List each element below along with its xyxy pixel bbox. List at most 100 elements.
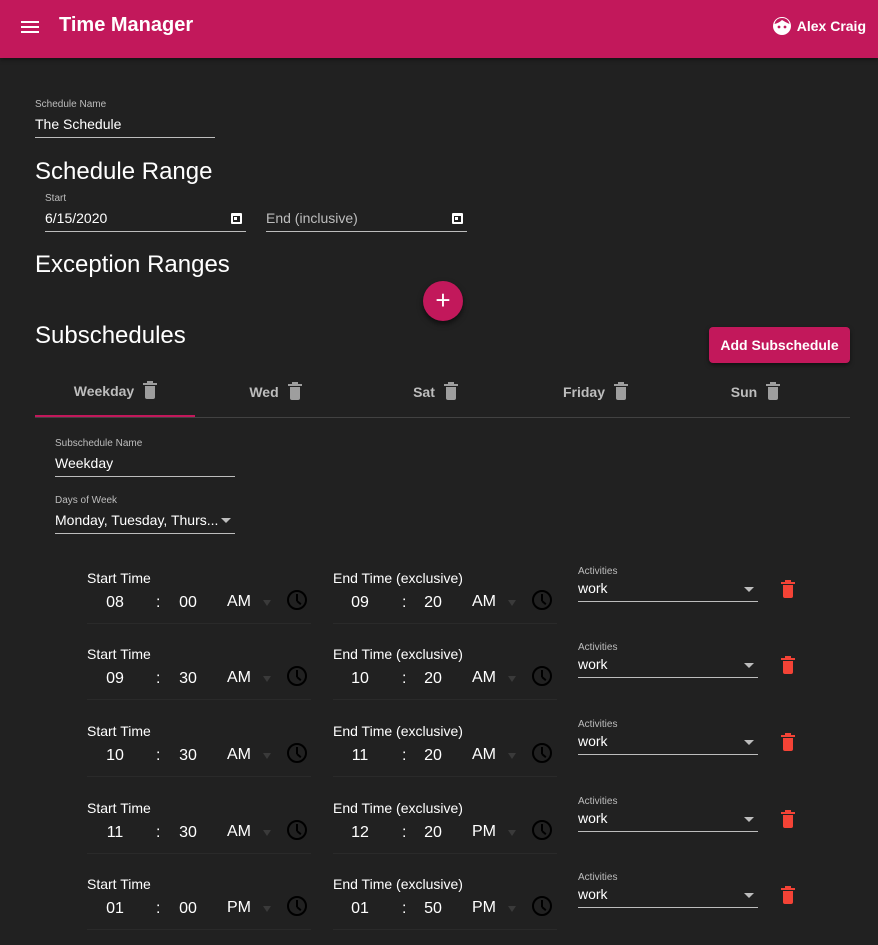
start-ampm-select[interactable]: AM	[227, 669, 251, 687]
start-hour-input[interactable]: 08	[100, 594, 130, 612]
start-hour-input[interactable]: 10	[100, 747, 130, 765]
start-date-input[interactable]: 6/15/2020	[45, 210, 107, 226]
clock-icon[interactable]	[532, 896, 552, 916]
start-ampm-select[interactable]: AM	[227, 823, 251, 841]
start-minute-input[interactable]: 30	[173, 747, 203, 765]
tab-friday[interactable]: Friday	[515, 367, 675, 417]
trash-icon[interactable]	[287, 382, 302, 400]
end-ampm-select[interactable]: PM	[472, 823, 496, 841]
add-exception-button[interactable]: +	[423, 281, 463, 321]
activities-select[interactable]: work	[578, 886, 608, 902]
delete-entry-trash-icon[interactable]	[781, 580, 795, 598]
delete-entry-trash-icon[interactable]	[781, 810, 795, 828]
tab-weekday[interactable]: Weekday	[35, 367, 195, 417]
delete-entry-trash-icon[interactable]	[781, 656, 795, 674]
start-hour-input[interactable]: 01	[100, 900, 130, 918]
start-minute-input[interactable]: 00	[173, 900, 203, 918]
trash-icon[interactable]	[143, 381, 158, 399]
trash-icon[interactable]	[766, 382, 781, 400]
delete-entry-trash-icon[interactable]	[781, 886, 795, 904]
end-minute-input[interactable]: 20	[418, 594, 448, 612]
ampm-arrow-icon[interactable]	[263, 906, 271, 912]
end-time-label: End Time (exclusive)	[333, 876, 463, 892]
end-minute-input[interactable]: 20	[418, 747, 448, 765]
activities-select[interactable]: work	[578, 810, 608, 826]
dropdown-arrow-icon[interactable]	[221, 518, 231, 523]
trash-icon[interactable]	[614, 382, 628, 400]
end-hour-input[interactable]: 10	[345, 670, 375, 688]
subschedule-name-input[interactable]: Weekday	[55, 455, 113, 471]
ampm-arrow-icon[interactable]	[508, 753, 516, 759]
start-hour-input[interactable]: 11	[100, 824, 130, 842]
start-minute-input[interactable]: 00	[173, 594, 203, 612]
start-hour-input[interactable]: 09	[100, 670, 130, 688]
end-date-input[interactable]: End (inclusive)	[266, 210, 358, 226]
dropdown-arrow-icon[interactable]	[744, 893, 754, 898]
end-ampm-select[interactable]: AM	[472, 669, 496, 687]
start-ampm-select[interactable]: PM	[227, 899, 251, 917]
end-ampm-select[interactable]: AM	[472, 746, 496, 764]
dropdown-arrow-icon[interactable]	[744, 817, 754, 822]
calendar-icon[interactable]	[452, 213, 463, 224]
end-time-label: End Time (exclusive)	[333, 570, 463, 586]
end-time-label: End Time (exclusive)	[333, 800, 463, 816]
add-subschedule-button[interactable]: Add Subschedule	[709, 327, 850, 363]
ampm-arrow-icon[interactable]	[263, 600, 271, 606]
time-separator: :	[156, 670, 161, 687]
end-hour-input[interactable]: 12	[345, 824, 375, 842]
clock-icon[interactable]	[532, 743, 552, 763]
tab-sun[interactable]: Sun	[675, 367, 835, 417]
tab-sat[interactable]: Sat	[355, 367, 515, 417]
dropdown-arrow-icon[interactable]	[744, 740, 754, 745]
clock-icon[interactable]	[532, 590, 552, 610]
delete-entry-trash-icon[interactable]	[781, 733, 795, 751]
ampm-arrow-icon[interactable]	[508, 830, 516, 836]
start-ampm-select[interactable]: AM	[227, 593, 251, 611]
ampm-arrow-icon[interactable]	[263, 676, 271, 682]
activities-underline	[578, 601, 758, 602]
calendar-icon[interactable]	[231, 213, 242, 224]
ampm-arrow-icon[interactable]	[508, 600, 516, 606]
time-separator: :	[156, 900, 161, 917]
clock-icon[interactable]	[532, 820, 552, 840]
clock-icon[interactable]	[287, 590, 307, 610]
end-minute-input[interactable]: 20	[418, 670, 448, 688]
dropdown-arrow-icon[interactable]	[744, 663, 754, 668]
activities-select[interactable]: work	[578, 656, 608, 672]
tab-wed[interactable]: Wed	[195, 367, 355, 417]
activities-select[interactable]: work	[578, 580, 608, 596]
start-minute-input[interactable]: 30	[173, 824, 203, 842]
ampm-arrow-icon[interactable]	[508, 676, 516, 682]
clock-icon[interactable]	[287, 820, 307, 840]
end-minute-input[interactable]: 50	[418, 900, 448, 918]
activities-select[interactable]: work	[578, 733, 608, 749]
start-time-label: Start Time	[87, 876, 151, 892]
end-ampm-select[interactable]: AM	[472, 593, 496, 611]
ampm-arrow-icon[interactable]	[263, 753, 271, 759]
clock-icon[interactable]	[287, 896, 307, 916]
schedule-name-input[interactable]: The Schedule	[35, 116, 121, 132]
start-ampm-select[interactable]: AM	[227, 746, 251, 764]
ampm-arrow-icon[interactable]	[263, 830, 271, 836]
start-minute-input[interactable]: 30	[173, 670, 203, 688]
activities-underline	[578, 754, 758, 755]
end-hour-input[interactable]: 01	[345, 900, 375, 918]
trash-icon[interactable]	[443, 382, 458, 400]
end-hour-input[interactable]: 09	[345, 594, 375, 612]
end-ampm-select[interactable]: PM	[472, 899, 496, 917]
days-of-week-underline	[55, 533, 235, 534]
ampm-arrow-icon[interactable]	[508, 906, 516, 912]
days-of-week-label: Days of Week	[55, 495, 118, 506]
clock-icon[interactable]	[532, 666, 552, 686]
clock-icon[interactable]	[287, 743, 307, 763]
user-menu[interactable]: Alex Craig	[772, 16, 866, 36]
end-time-underline	[333, 929, 557, 930]
dropdown-arrow-icon[interactable]	[744, 587, 754, 592]
clock-icon[interactable]	[287, 666, 307, 686]
activities-label: Activities	[578, 719, 618, 730]
end-hour-input[interactable]: 11	[345, 747, 375, 765]
menu-icon[interactable]	[21, 19, 41, 35]
time-separator: :	[156, 824, 161, 841]
end-minute-input[interactable]: 20	[418, 824, 448, 842]
days-of-week-select[interactable]: Monday, Tuesday, Thurs...	[55, 512, 218, 528]
